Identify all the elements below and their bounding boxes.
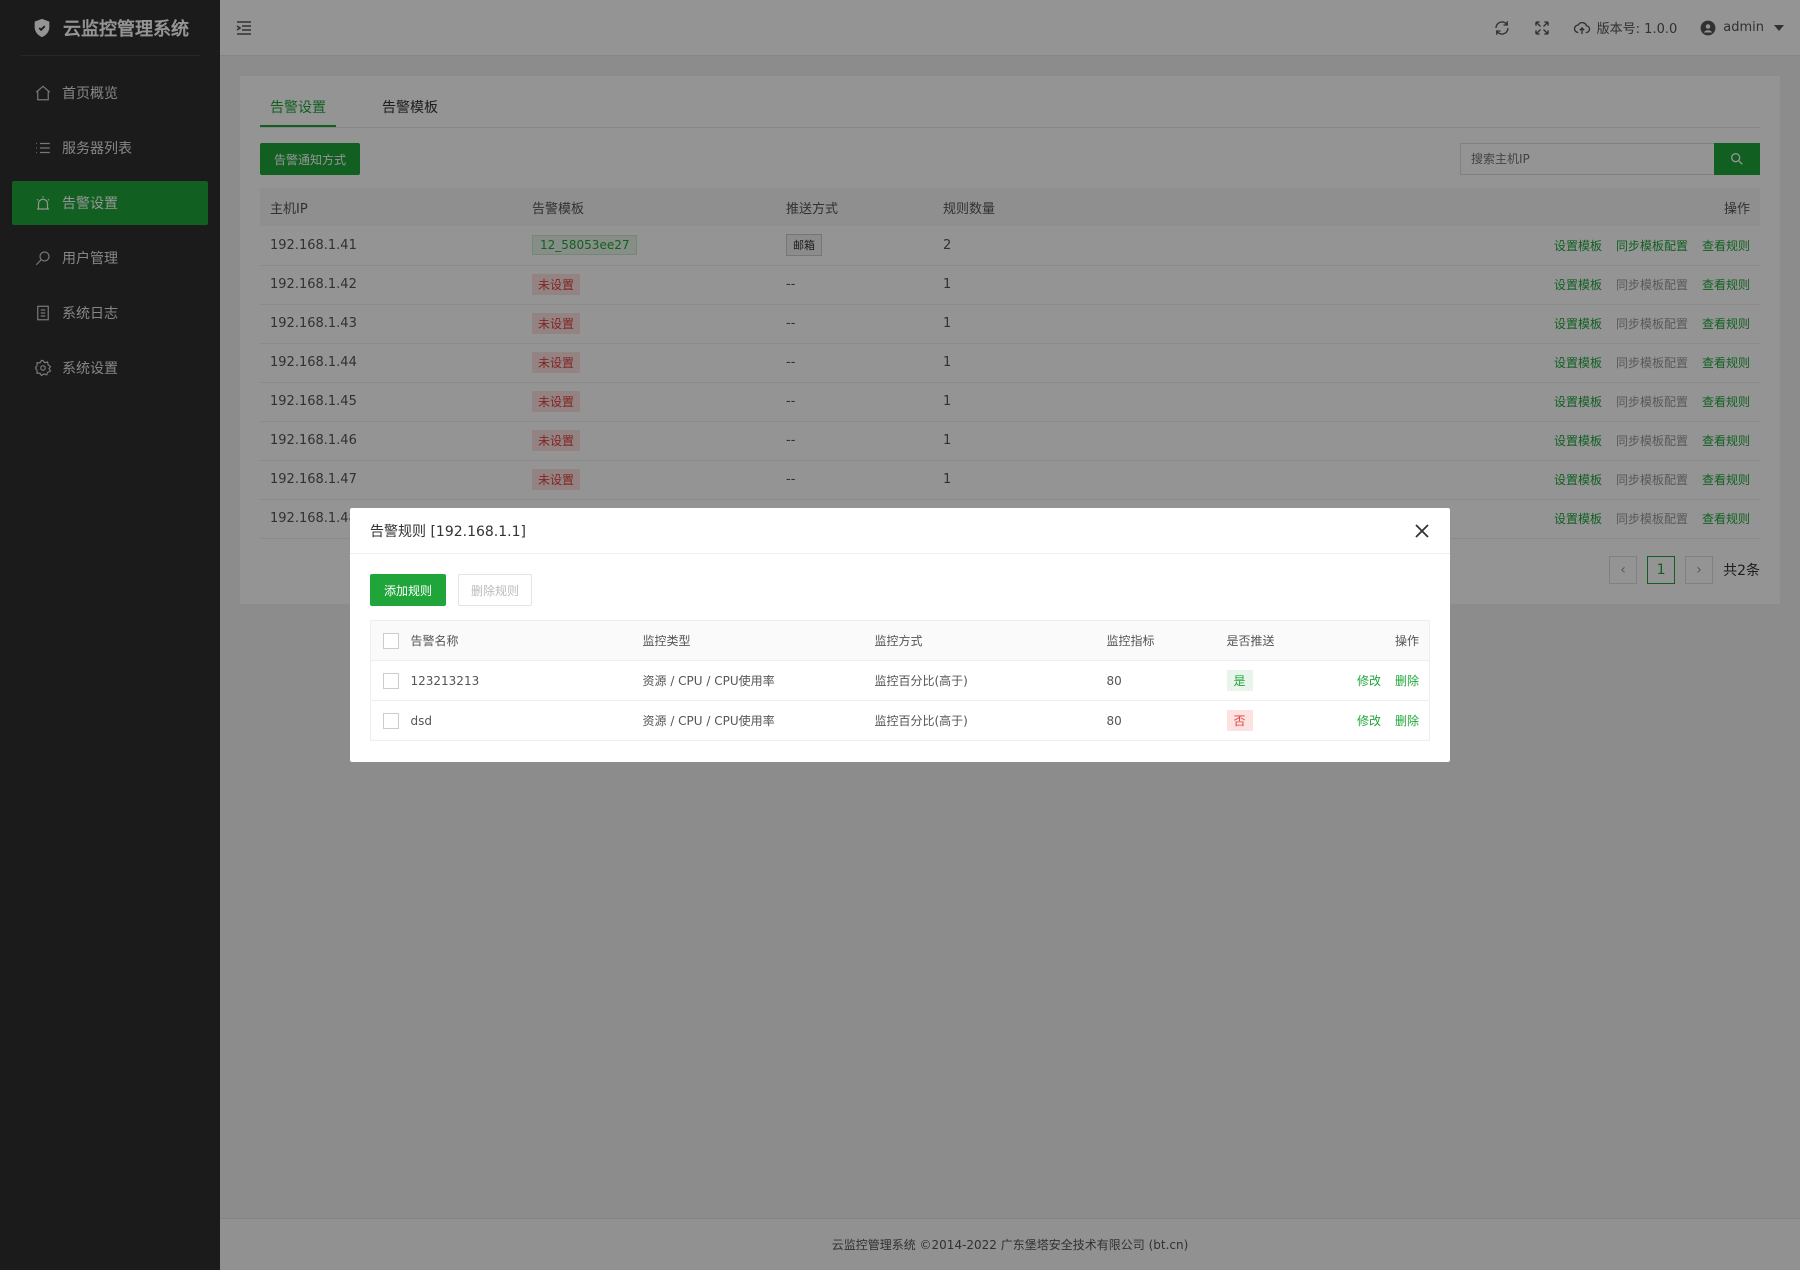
delete-rule-link[interactable]: 删除 — [1395, 674, 1419, 688]
rule-metric: 80 — [1106, 700, 1227, 741]
dialog-title: 告警规则 [192.168.1.1] — [370, 523, 526, 540]
rules-table: 告警名称 监控类型 监控方式 监控指标 是否推送 操作 123213213 资源… — [370, 620, 1430, 741]
select-all-checkbox[interactable] — [383, 632, 399, 649]
rule-mode: 监控百分比(高于) — [874, 700, 1107, 741]
rules-header-row: 告警名称 监控类型 监控方式 监控指标 是否推送 操作 — [370, 620, 1430, 661]
delete-rule-button[interactable]: 删除规则 — [458, 574, 533, 606]
col-header-type: 监控类型 — [642, 620, 875, 661]
col-header-push: 是否推送 — [1226, 620, 1327, 661]
rule-type: 资源 / CPU / CPU使用率 — [642, 700, 875, 741]
add-rule-button[interactable]: 添加规则 — [370, 574, 447, 606]
rule-metric: 80 — [1106, 660, 1227, 701]
row-checkbox[interactable] — [383, 712, 399, 729]
rule-row: dsd 资源 / CPU / CPU使用率 监控百分比(高于) 80 否 修改删… — [370, 700, 1430, 741]
push-status-badge: 是 — [1226, 670, 1253, 691]
rule-mode: 监控百分比(高于) — [874, 660, 1107, 701]
close-icon — [1415, 523, 1429, 538]
col-header-mode: 监控方式 — [874, 620, 1107, 661]
edit-rule-link[interactable]: 修改 — [1357, 674, 1381, 688]
push-status-badge: 否 — [1226, 710, 1253, 731]
col-header-actions: 操作 — [1326, 620, 1430, 661]
dialog-toolbar: 添加规则 删除规则 — [370, 574, 533, 606]
alarm-rules-dialog: 告警规则 [192.168.1.1] 添加规则 删除规则 告警名称 监控类型 监… — [350, 508, 1450, 762]
rule-name: 123213213 — [410, 660, 643, 701]
row-checkbox[interactable] — [383, 672, 399, 689]
dialog-header: 告警规则 [192.168.1.1] — [350, 508, 1450, 554]
rule-name: dsd — [410, 700, 643, 741]
edit-rule-link[interactable]: 修改 — [1357, 714, 1381, 728]
col-header-metric: 监控指标 — [1106, 620, 1227, 661]
rule-type: 资源 / CPU / CPU使用率 — [642, 660, 875, 701]
col-header-name: 告警名称 — [410, 620, 643, 661]
rule-row: 123213213 资源 / CPU / CPU使用率 监控百分比(高于) 80… — [370, 660, 1430, 701]
delete-rule-link[interactable]: 删除 — [1395, 714, 1419, 728]
close-button[interactable] — [1414, 523, 1430, 539]
